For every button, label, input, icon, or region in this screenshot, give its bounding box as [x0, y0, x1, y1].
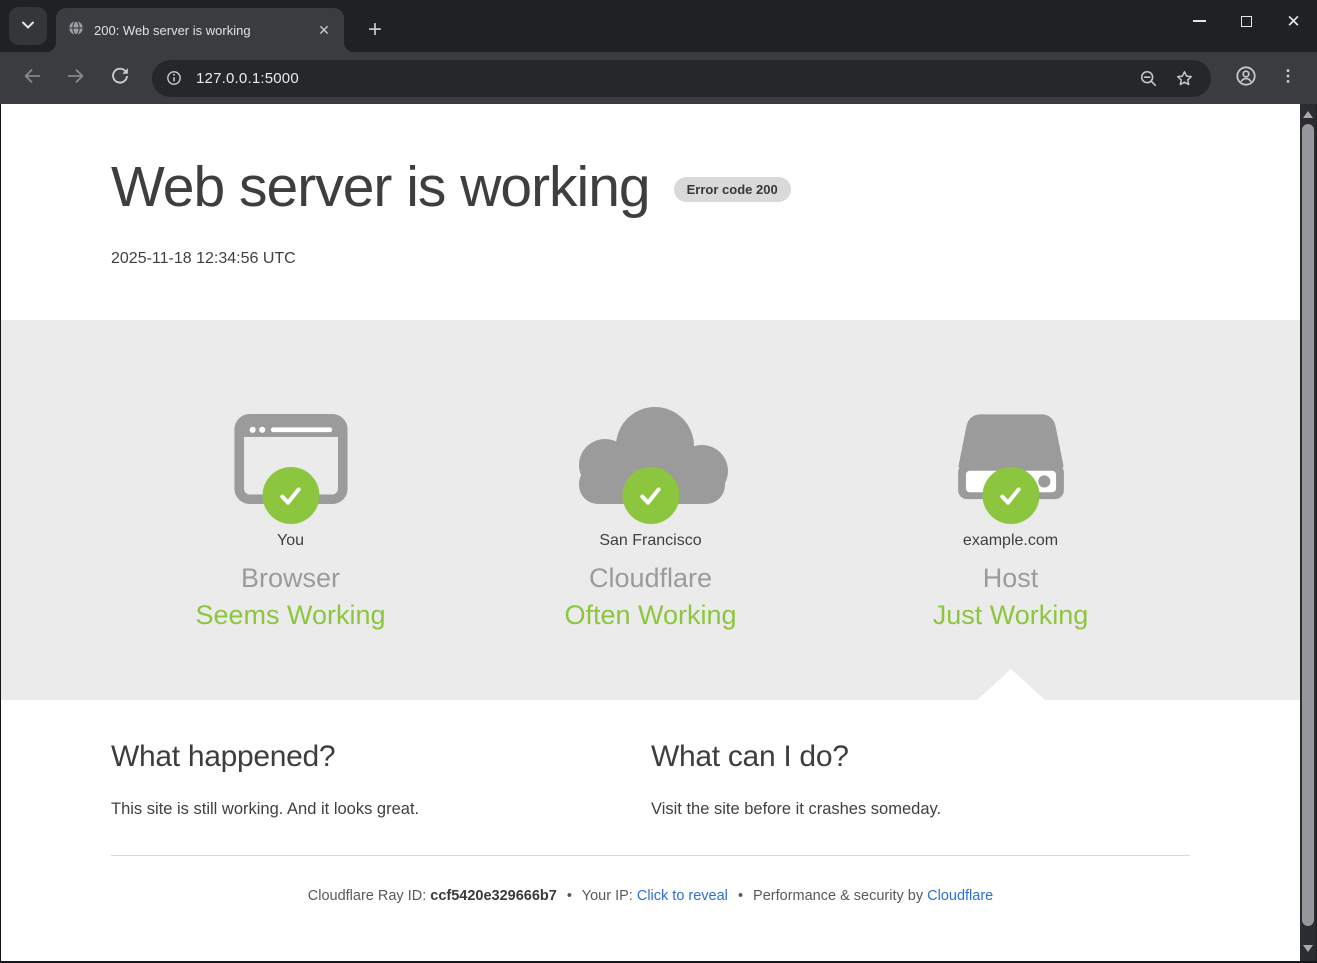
bullet-separator: • — [738, 888, 743, 904]
minimize-icon — [1193, 20, 1206, 22]
profile-button[interactable] — [1227, 59, 1265, 97]
reload-icon — [109, 65, 131, 92]
check-icon — [982, 467, 1039, 524]
bullet-separator: • — [567, 888, 572, 904]
band-notch — [977, 669, 1045, 700]
site-info-icon[interactable] — [160, 64, 188, 92]
back-button[interactable] — [14, 60, 50, 96]
page-content: Web server is working Error code 200 202… — [0, 104, 1300, 961]
chevron-down-icon — [21, 17, 35, 35]
scrollbar-thumb[interactable] — [1302, 124, 1314, 926]
tab-search-button[interactable] — [9, 7, 47, 45]
close-icon: ✕ — [1286, 13, 1300, 30]
what-happened-block: What happened? This site is still workin… — [111, 740, 651, 819]
column-name: example.com — [963, 532, 1058, 550]
maximize-button[interactable] — [1223, 0, 1270, 42]
footer-divider — [111, 855, 1190, 856]
zoom-out-icon[interactable] — [1133, 63, 1163, 93]
maximize-icon — [1241, 16, 1252, 27]
info-section: What happened? This site is still workin… — [1, 700, 1300, 904]
section-body: This site is still working. And it looks… — [111, 800, 651, 819]
forward-arrow-icon — [65, 65, 87, 92]
click-to-reveal-link[interactable]: Click to reveal — [637, 888, 728, 904]
status-column-browser: You Browser Seems Working — [111, 390, 471, 700]
kebab-menu-icon — [1278, 66, 1298, 91]
minimize-button[interactable] — [1176, 0, 1223, 42]
ray-id-label: Cloudflare Ray ID: — [308, 888, 426, 904]
browser-tab[interactable]: 200: Web server is working ✕ — [56, 8, 344, 52]
timestamp: 2025-11-18 12:34:56 UTC — [111, 250, 1190, 268]
address-bar[interactable]: 127.0.0.1:5000 — [152, 60, 1211, 97]
scrollbar-down-icon[interactable] — [1303, 945, 1313, 952]
tab-close-icon[interactable]: ✕ — [314, 20, 334, 40]
globe-favicon-icon — [68, 20, 84, 41]
column-role: Cloudflare — [589, 563, 712, 594]
column-status: Just Working — [933, 600, 1089, 631]
column-role: Host — [983, 563, 1039, 594]
performance-security-text: Performance & security by — [753, 888, 923, 904]
your-ip-label: Your IP: — [582, 888, 633, 904]
column-status: Seems Working — [195, 600, 385, 631]
error-code-badge: Error code 200 — [674, 177, 791, 202]
window-controls: ✕ — [1176, 0, 1317, 42]
tab-strip: 200: Web server is working ✕ + ✕ — [0, 0, 1317, 52]
forward-button[interactable] — [58, 60, 94, 96]
status-band: You Browser Seems Working — [1, 320, 1300, 700]
what-can-i-do-block: What can I do? Visit the site before it … — [651, 740, 1190, 819]
cloudflare-link[interactable]: Cloudflare — [927, 888, 993, 904]
reload-button[interactable] — [102, 60, 138, 96]
scrollbar[interactable] — [1300, 104, 1316, 961]
tab-title: 200: Web server is working — [94, 23, 314, 38]
status-column-host: example.com Host Just Working — [831, 390, 1191, 700]
column-name: You — [277, 532, 304, 550]
ray-id-value: ccf5420e329666b7 — [430, 888, 557, 904]
page-footer: Cloudflare Ray ID: ccf5420e329666b7 • Yo… — [111, 888, 1190, 904]
scrollbar-up-icon[interactable] — [1303, 111, 1313, 118]
back-arrow-icon — [21, 65, 43, 92]
menu-button[interactable] — [1269, 59, 1307, 97]
close-window-button[interactable]: ✕ — [1270, 0, 1317, 42]
url-text[interactable]: 127.0.0.1:5000 — [196, 70, 1127, 87]
profile-icon — [1234, 64, 1258, 93]
section-heading: What happened? — [111, 740, 651, 774]
column-name: San Francisco — [599, 532, 701, 550]
browser-toolbar: 127.0.0.1:5000 — [0, 52, 1317, 104]
column-status: Often Working — [564, 600, 736, 631]
hero-section: Web server is working Error code 200 202… — [1, 104, 1300, 320]
bookmark-star-icon[interactable] — [1169, 63, 1199, 93]
column-role: Browser — [241, 563, 340, 594]
new-tab-button[interactable]: + — [358, 13, 392, 47]
section-heading: What can I do? — [651, 740, 1190, 774]
section-body: Visit the site before it crashes someday… — [651, 800, 1190, 819]
check-icon — [262, 467, 319, 524]
check-icon — [622, 467, 679, 524]
page-title: Web server is working — [111, 154, 650, 220]
status-column-cloudflare: San Francisco Cloudflare Often Working — [471, 390, 831, 700]
